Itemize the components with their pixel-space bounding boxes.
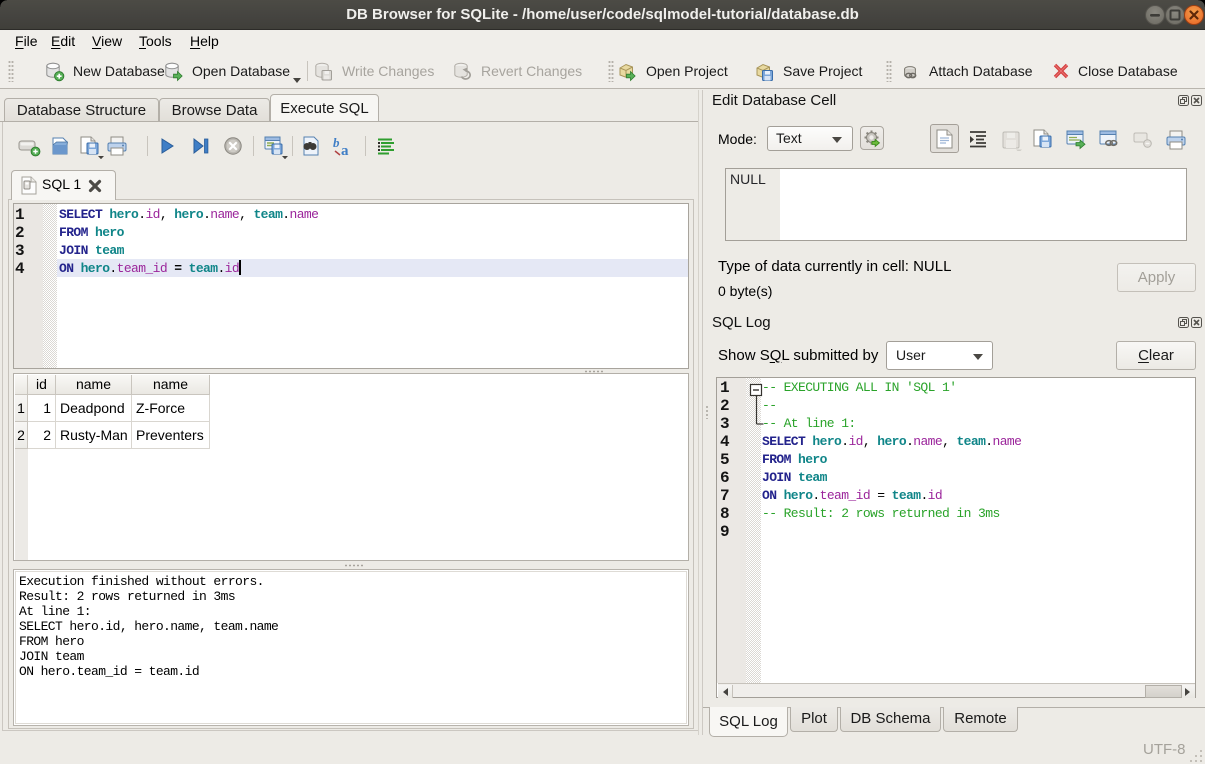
svg-text:a: a <box>341 143 349 159</box>
svg-text:b: b <box>333 135 340 150</box>
